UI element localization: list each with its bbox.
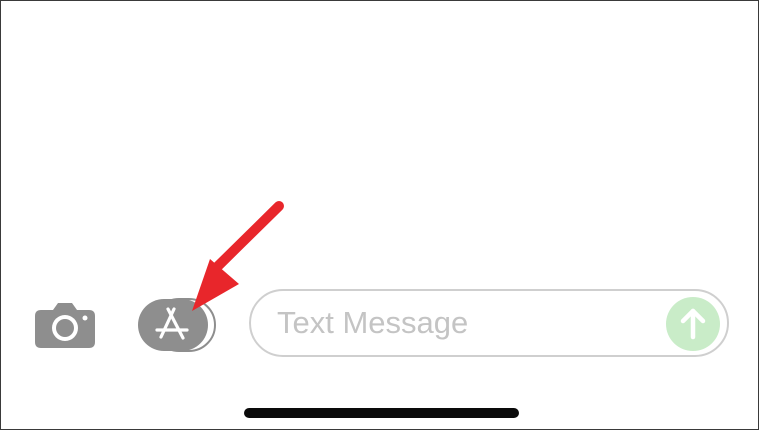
conversation-area [1,1,758,281]
home-indicator [244,408,519,418]
message-field[interactable] [249,289,729,357]
message-input[interactable] [277,291,657,355]
send-button[interactable] [666,297,720,351]
camera-icon [35,303,95,348]
messages-screen [0,0,759,430]
app-store-icon [138,298,216,352]
camera-button[interactable] [33,298,97,350]
app-store-button[interactable] [137,298,219,352]
arrow-up-icon [680,308,706,340]
